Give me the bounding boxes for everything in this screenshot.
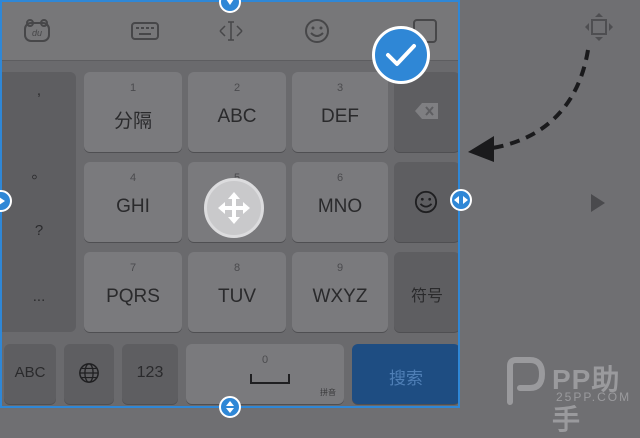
- pp-logo-icon: [507, 357, 546, 405]
- resize-handle-right[interactable]: [450, 189, 472, 211]
- key-label: ABC: [14, 364, 46, 381]
- key-label: 搜索: [389, 369, 423, 388]
- key-label: GHI: [116, 196, 150, 217]
- arrow-right-icon: [0, 197, 5, 205]
- key-1[interactable]: 1 分隔: [84, 72, 182, 152]
- up-down-arrows-icon: [226, 401, 234, 413]
- symbols-key[interactable]: 符号: [394, 252, 458, 332]
- key-label: MNO: [317, 196, 363, 217]
- checkmark-icon: [386, 44, 416, 66]
- abc-key[interactable]: ABC: [4, 344, 56, 404]
- key-label: 分隔: [113, 111, 152, 132]
- key-9[interactable]: 9 WXYZ: [292, 252, 388, 332]
- delete-key[interactable]: [394, 72, 458, 152]
- move-arrows-icon: [218, 192, 250, 224]
- globe-icon: [79, 363, 99, 383]
- key-label: 符号: [410, 288, 443, 305]
- key-8[interactable]: 8 TUV: [188, 252, 286, 332]
- key-label: DEF: [321, 106, 359, 127]
- punctuation-ellipsis[interactable]: ...: [2, 288, 76, 305]
- space-key[interactable]: 0 拼音: [186, 344, 344, 404]
- key-7[interactable]: 7 PQRS: [84, 252, 182, 332]
- pinyin-label: 拼音: [320, 388, 336, 397]
- key-number: 8: [233, 262, 241, 274]
- key-label: 123: [136, 364, 164, 381]
- resize-handle-bottom[interactable]: [219, 396, 241, 418]
- arrow-down-icon: [226, 0, 234, 5]
- key-number: 2: [233, 82, 241, 94]
- left-right-arrows-icon: [454, 196, 468, 204]
- watermark-logo: PP助手 25PP.COM: [500, 352, 640, 435]
- key-label: ABC: [217, 106, 257, 127]
- key-6[interactable]: 6 MNO: [292, 162, 388, 242]
- watermark-site: 25PP.COM: [556, 390, 632, 404]
- key-number: 9: [336, 262, 344, 274]
- numbers-key[interactable]: 123: [122, 344, 178, 404]
- key-2[interactable]: 2 ABC: [188, 72, 286, 152]
- punctuation-column: , 。 ? ...: [2, 72, 76, 332]
- logo-icon[interactable]: du: [20, 16, 54, 46]
- key-label: TUV: [218, 286, 256, 307]
- play-icon: [590, 193, 606, 218]
- space-icon: [250, 374, 290, 384]
- emoji-icon[interactable]: [300, 16, 334, 46]
- key-number: 6: [336, 172, 344, 184]
- punctuation-question[interactable]: ?: [2, 222, 76, 239]
- key-4[interactable]: 4 GHI: [84, 162, 182, 242]
- svg-text:du: du: [32, 28, 42, 38]
- punctuation-comma[interactable]: ,: [2, 82, 76, 99]
- key-number: 0: [261, 354, 269, 366]
- keyboard-icon[interactable]: [128, 16, 162, 46]
- cursor-icon[interactable]: [214, 16, 248, 46]
- key-number: 4: [129, 172, 137, 184]
- key-label: PQRS: [106, 286, 160, 307]
- backspace-icon: [415, 103, 438, 119]
- key-3[interactable]: 3 DEF: [292, 72, 388, 152]
- confirm-button[interactable]: [372, 26, 430, 84]
- key-number: 7: [129, 262, 137, 274]
- key-number: 1: [129, 82, 137, 94]
- key-label: WXYZ: [312, 286, 368, 307]
- smiley-icon: [414, 190, 438, 214]
- globe-key[interactable]: [64, 344, 114, 404]
- search-key[interactable]: 搜索: [352, 344, 458, 404]
- drag-move-button[interactable]: [204, 178, 264, 238]
- dashed-arrow-icon: [468, 49, 590, 162]
- key-number: 3: [336, 82, 344, 94]
- punctuation-period[interactable]: 。: [2, 162, 76, 183]
